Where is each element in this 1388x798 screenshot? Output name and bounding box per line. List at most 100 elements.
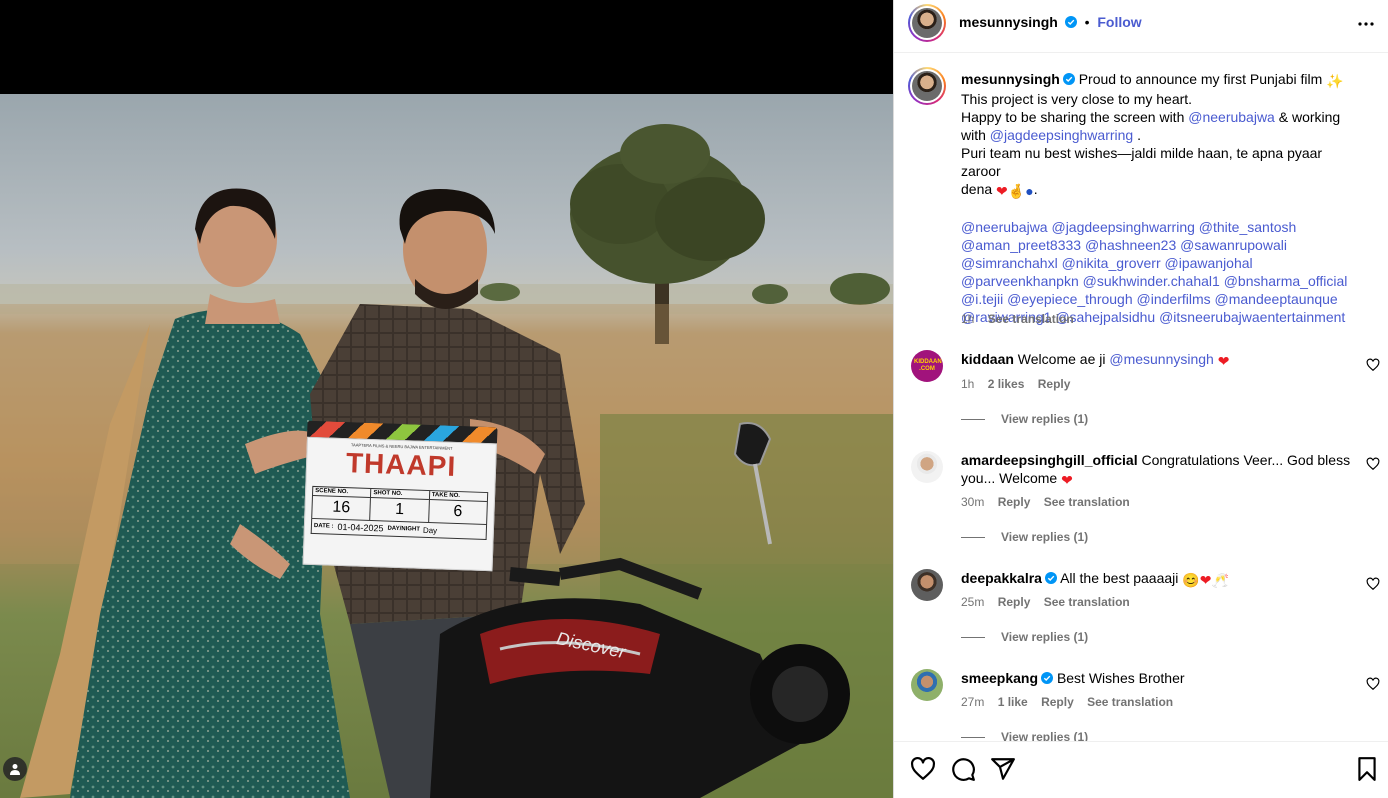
caption-username[interactable]: mesunnysingh <box>961 71 1060 87</box>
caption-line4a: with <box>961 127 986 143</box>
post-panel: mesunnysingh • Follow mesunnysingh Proud… <box>893 0 1388 798</box>
reply-button[interactable]: Reply <box>998 495 1031 509</box>
caption-line1: Proud to announce my first Punjabi film <box>1078 71 1323 87</box>
share-icon[interactable] <box>990 756 1016 782</box>
see-translation-button[interactable]: See translation <box>988 312 1074 326</box>
caption-line2: This project is very close to my heart. <box>961 91 1193 107</box>
see-translation-button[interactable]: See translation <box>1044 495 1130 509</box>
post-photo: Discover TAAPTERA FILMS & NEERU BAJWA EN… <box>0 94 893 798</box>
comment-icon[interactable] <box>950 756 976 782</box>
caption-tags-line[interactable]: @parveenkhanpkn @sukhwinder.chahal1 @bns… <box>961 272 1361 290</box>
comment-username[interactable]: amardeepsinghgill_official <box>961 452 1138 468</box>
comment-time[interactable]: 30m <box>961 495 984 509</box>
follow-button[interactable]: Follow <box>1097 14 1141 30</box>
comment-likes[interactable]: 2 likes <box>988 377 1025 391</box>
caption-line6: dena <box>961 181 993 197</box>
post-header: mesunnysingh • Follow <box>894 0 1388 53</box>
reply-button[interactable]: Reply <box>1041 695 1074 709</box>
view-replies-label: View replies (1) <box>1001 730 1089 741</box>
comment-body: smeepkang Best Wishes Brother <box>961 669 1351 687</box>
view-replies-button[interactable]: View replies (1) <box>961 530 1088 544</box>
comment-body: deepakkalra All the best paaaaji 😊❤🥂 <box>961 569 1351 589</box>
comment-time[interactable]: 1h <box>961 377 974 391</box>
comment-likes[interactable]: 1 like <box>998 695 1028 709</box>
cheers-emoji-icon: 🥂 <box>1211 572 1229 588</box>
comment-text: you... Welcome <box>961 470 1058 486</box>
verified-icon <box>1062 73 1075 85</box>
reply-button[interactable]: Reply <box>998 595 1031 609</box>
daynight-value: Day <box>422 525 438 535</box>
comment-username[interactable]: deepakkalra <box>961 570 1042 586</box>
caption-tags-line[interactable]: @aman_preet8333 @hashneen23 @sawanrupowa… <box>961 236 1361 254</box>
more-options-button[interactable] <box>1356 14 1376 34</box>
comment-avatar[interactable] <box>911 451 943 483</box>
comment-avatar[interactable]: KIDDAAN .COM <box>911 350 943 382</box>
comment-text: Best Wishes Brother <box>1056 670 1185 686</box>
comment-time[interactable]: 27m <box>961 695 984 709</box>
clapboard: TAAPTERA FILMS & NEERU BAJWA ENTERTAINME… <box>302 420 498 574</box>
post-caption: mesunnysingh Proud to announce my first … <box>961 70 1361 326</box>
date-value: 01-04-2025 <box>337 521 384 534</box>
see-translation-button[interactable]: See translation <box>1044 595 1130 609</box>
view-replies-label: View replies (1) <box>1001 412 1089 426</box>
mention-link[interactable]: @mesunnysingh <box>1109 351 1214 367</box>
user-tag-icon <box>10 764 20 775</box>
smile-emoji-icon: 😊 <box>1182 572 1200 588</box>
comment-like-icon[interactable] <box>1366 577 1380 591</box>
save-icon[interactable] <box>1354 756 1380 782</box>
action-bar <box>894 741 1388 798</box>
view-replies-label: View replies (1) <box>1001 530 1089 544</box>
comment-avatar[interactable] <box>911 569 943 601</box>
caption-line3b: & working <box>1278 109 1341 125</box>
comment-body: amardeepsinghgill_official Congratulatio… <box>961 451 1351 489</box>
comment-username[interactable]: smeepkang <box>961 670 1038 686</box>
caption-avatar[interactable] <box>908 67 946 105</box>
comment-body: kiddaan Welcome ae ji @mesunnysingh ❤ <box>961 350 1351 370</box>
mention-link[interactable]: @jagdeepsinghwarring <box>990 127 1133 143</box>
avatar-logo-text: KIDDAAN .COM <box>914 359 942 372</box>
date-label: DATE : <box>313 523 334 530</box>
comment-text: Welcome ae ji <box>1017 351 1106 367</box>
heart-emoji-icon: ❤ <box>996 183 1008 199</box>
caption-tags-line[interactable]: @simranchahxl @nikita_groverr @ipawanjoh… <box>961 254 1361 272</box>
caption-line3a: Happy to be sharing the screen with <box>961 109 1185 125</box>
view-replies-label: View replies (1) <box>1001 630 1089 644</box>
heart-emoji-icon: ❤ <box>1199 572 1212 588</box>
caption-tags-line[interactable]: @i.tejii @eyepiece_through @inderfilms @… <box>961 290 1361 308</box>
comment-like-icon[interactable] <box>1366 358 1380 372</box>
author-username[interactable]: mesunnysingh <box>959 14 1058 30</box>
see-translation-button[interactable]: See translation <box>1087 695 1173 709</box>
reply-button[interactable]: Reply <box>1038 377 1071 391</box>
caption-time[interactable]: 1h <box>961 312 974 326</box>
comment-like-icon[interactable] <box>1366 457 1380 471</box>
like-icon[interactable] <box>910 756 936 782</box>
comment-avatar[interactable] <box>911 669 943 701</box>
fingers-crossed-emoji-icon: 🤞 <box>1007 183 1026 199</box>
take-value: 6 <box>453 502 463 521</box>
heart-emoji-icon: ❤ <box>1061 472 1073 488</box>
verified-icon <box>1044 572 1057 584</box>
caption-line5: Puri team nu best wishes—jaldi milde haa… <box>961 145 1323 179</box>
caption-tags-line[interactable]: @neerubajwa @jagdeepsinghwarring @thite_… <box>961 218 1361 236</box>
view-replies-button[interactable]: View replies (1) <box>961 630 1088 644</box>
verified-icon <box>1041 672 1054 684</box>
user-tag-button[interactable] <box>3 757 27 781</box>
verified-icon <box>1064 16 1077 28</box>
clapper-emoji-icon: ✨ <box>1326 73 1344 89</box>
heart-emoji-icon: ❤ <box>1217 353 1230 369</box>
daynight-label: DAY/NIGHT <box>387 525 421 533</box>
post-media[interactable]: Discover TAAPTERA FILMS & NEERU BAJWA EN… <box>0 0 893 798</box>
comment-like-icon[interactable] <box>1366 677 1380 691</box>
shot-value: 1 <box>394 500 405 519</box>
comment-text: Congratulations Veer... God bless <box>1141 452 1351 468</box>
nazar-emoji-icon: ● <box>1025 183 1034 199</box>
comment-time[interactable]: 25m <box>961 595 984 609</box>
comment-username[interactable]: kiddaan <box>961 351 1014 367</box>
clapboard-title: THAAPI <box>345 447 457 482</box>
caption-line4b: . <box>1137 127 1141 143</box>
author-avatar[interactable] <box>908 4 946 42</box>
mention-link[interactable]: @neerubajwa <box>1188 109 1275 125</box>
comment-text: All the best paaaaji <box>1060 570 1179 586</box>
view-replies-button[interactable]: View replies (1) <box>961 730 1088 741</box>
view-replies-button[interactable]: View replies (1) <box>961 412 1088 426</box>
